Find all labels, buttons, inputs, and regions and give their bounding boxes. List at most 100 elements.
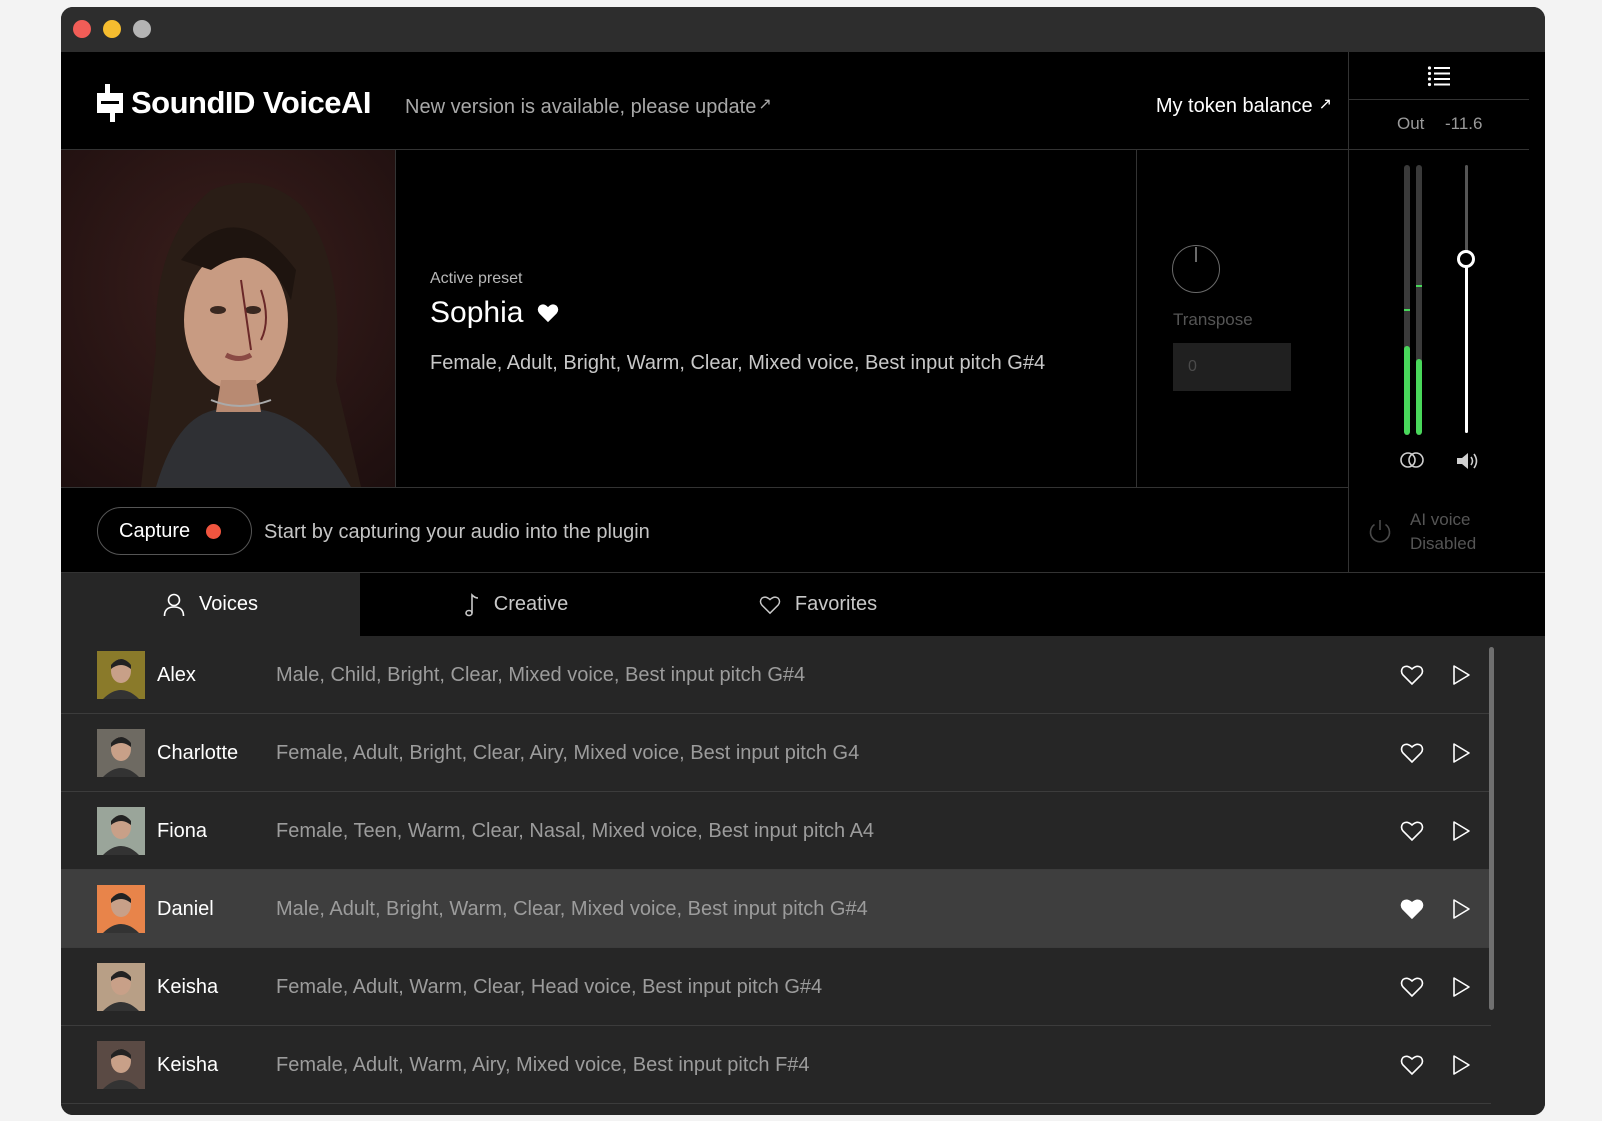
capture-row: Capture Start by capturing your audio in…: [61, 488, 1348, 573]
heart-outline-icon: [759, 595, 781, 614]
music-note-icon: [464, 592, 478, 616]
heart-outline-icon[interactable]: [1400, 975, 1424, 999]
play-icon[interactable]: [1450, 741, 1472, 765]
title-bar: [61, 7, 1545, 52]
play-icon[interactable]: [1450, 819, 1472, 843]
tab-creative[interactable]: Creative: [436, 573, 596, 636]
list-menu-icon: [1427, 65, 1450, 86]
level-meter-left: [1404, 165, 1410, 435]
preset-photo: [61, 150, 396, 487]
header: SoundID VoiceAI New version is available…: [61, 52, 1348, 150]
app-title: SoundID VoiceAI: [131, 85, 371, 120]
menu-button[interactable]: [1349, 52, 1529, 100]
fader-fill: [1465, 258, 1468, 433]
play-icon[interactable]: [1450, 897, 1472, 921]
voice-name: Keisha: [157, 976, 219, 998]
voice-row[interactable]: Fiona Female, Teen, Warm, Clear, Nasal, …: [61, 792, 1491, 870]
voice-name: Alex: [157, 664, 196, 686]
update-notice-text: New version is available, please update: [405, 96, 757, 118]
transpose-knob[interactable]: [1172, 245, 1220, 293]
token-balance-link[interactable]: My token balance ↗: [1156, 94, 1332, 118]
tab-bar: Voices Creative Favorites: [61, 573, 1545, 636]
heart-filled-icon[interactable]: [537, 303, 559, 323]
voice-tags: Male, Child, Bright, Clear, Mixed voice,…: [276, 664, 806, 686]
stereo-link-icon[interactable]: [1399, 450, 1425, 470]
preset-info: Active preset Sophia Female, Adult, Brig…: [430, 270, 1045, 375]
heart-outline-icon[interactable]: [1400, 819, 1424, 843]
power-icon: [1369, 520, 1391, 543]
list-scrollbar[interactable]: [1489, 647, 1494, 1010]
ai-voice-title: AI voice: [1410, 510, 1471, 529]
active-preset-panel: Active preset Sophia Female, Adult, Brig…: [61, 150, 1348, 488]
transpose-label: Transpose: [1173, 310, 1253, 329]
update-link[interactable]: New version is available, please update ↗: [405, 94, 772, 119]
portrait-image: [61, 150, 395, 487]
close-window-button[interactable]: [73, 20, 91, 38]
tab-label: Creative: [493, 593, 569, 615]
transpose-input[interactable]: 0: [1173, 343, 1291, 391]
voice-row[interactable]: Keisha Female, Adult, Warm, Airy, Mixed …: [61, 1026, 1491, 1104]
record-dot-icon: [206, 523, 222, 539]
voice-thumbnail: [97, 1041, 145, 1089]
voice-name: Charlotte: [157, 742, 239, 764]
heart-outline-icon[interactable]: [1400, 663, 1424, 687]
voice-tags: Female, Teen, Warm, Clear, Nasal, Mixed …: [276, 820, 875, 842]
voice-row[interactable]: Alex Male, Child, Bright, Clear, Mixed v…: [61, 636, 1491, 714]
capture-button[interactable]: Capture: [97, 507, 252, 555]
voice-tags: Female, Adult, Bright, Clear, Airy, Mixe…: [276, 742, 860, 764]
voice-row[interactable]: Daniel Male, Adult, Bright, Warm, Clear,…: [61, 870, 1491, 948]
capture-hint: Start by capturing your audio into the p…: [264, 521, 650, 543]
heart-outline-icon[interactable]: [1400, 1053, 1424, 1077]
voice-tags: Female, Adult, Warm, Airy, Mixed voice, …: [276, 1054, 810, 1076]
ai-voice-toggle[interactable]: AI voice Disabled: [1348, 488, 1545, 573]
ai-voice-state: Disabled: [1410, 534, 1477, 553]
heart-filled-icon[interactable]: [1400, 897, 1424, 921]
output-gain-fader[interactable]: [1457, 165, 1475, 433]
voice-name: Daniel: [157, 898, 214, 920]
voice-thumbnail: [97, 651, 145, 699]
capture-button-label: Capture: [119, 519, 191, 542]
tab-label: Voices: [199, 593, 258, 615]
output-label: Out: [1397, 114, 1425, 133]
person-icon: [163, 593, 185, 616]
level-meter-left-peak: [1404, 308, 1410, 311]
level-meter-right-fill: [1416, 359, 1422, 435]
fader-thumb[interactable]: [1457, 249, 1475, 268]
preset-name-row: Sophia: [430, 296, 1045, 330]
voice-tags: Male, Adult, Bright, Warm, Clear, Mixed …: [276, 898, 868, 920]
zoom-window-button[interactable]: [133, 20, 151, 38]
output-value: -11.6: [1445, 114, 1483, 133]
level-meter-right: [1416, 165, 1422, 435]
voice-thumbnail: [97, 729, 145, 777]
transpose-panel: Transpose 0: [1136, 150, 1348, 487]
preset-name: Sophia: [430, 296, 524, 329]
play-icon[interactable]: [1450, 1053, 1472, 1077]
level-meter-left-fill: [1404, 345, 1410, 435]
voice-thumbnail: [97, 807, 145, 855]
external-arrow-icon: ↗: [758, 96, 772, 113]
voice-row[interactable]: Keisha Female, Adult, Warm, Clear, Head …: [61, 948, 1491, 1026]
voice-thumbnail: [97, 885, 145, 933]
play-icon[interactable]: [1450, 975, 1472, 999]
soundid-logo-icon: [97, 84, 123, 122]
preset-tags: Female, Adult, Bright, Warm, Clear, Mixe…: [430, 352, 1046, 374]
token-balance-label: My token balance: [1155, 95, 1313, 117]
level-meter-right-peak: [1416, 284, 1422, 287]
voice-name: Keisha: [157, 1054, 219, 1076]
divider: [1349, 149, 1529, 150]
voice-row[interactable]: Charlotte Female, Adult, Bright, Clear, …: [61, 714, 1491, 792]
heart-outline-icon[interactable]: [1400, 741, 1424, 765]
tab-favorites[interactable]: Favorites: [733, 573, 903, 636]
plugin-window: SoundID VoiceAI New version is available…: [61, 7, 1545, 1115]
external-arrow-icon: ↗: [1318, 96, 1332, 113]
minimize-window-button[interactable]: [103, 20, 121, 38]
tab-label: Favorites: [794, 593, 878, 615]
app-logo: SoundID VoiceAI: [97, 84, 371, 122]
voice-thumbnail: [97, 963, 145, 1011]
voice-list: Alex Male, Child, Bright, Clear, Mixed v…: [61, 636, 1545, 1115]
voice-name: Fiona: [157, 820, 208, 842]
speaker-icon[interactable]: [1455, 450, 1481, 472]
voice-tags: Female, Adult, Warm, Clear, Head voice, …: [276, 976, 823, 998]
tab-voices[interactable]: Voices: [61, 573, 360, 636]
play-icon[interactable]: [1450, 663, 1472, 687]
